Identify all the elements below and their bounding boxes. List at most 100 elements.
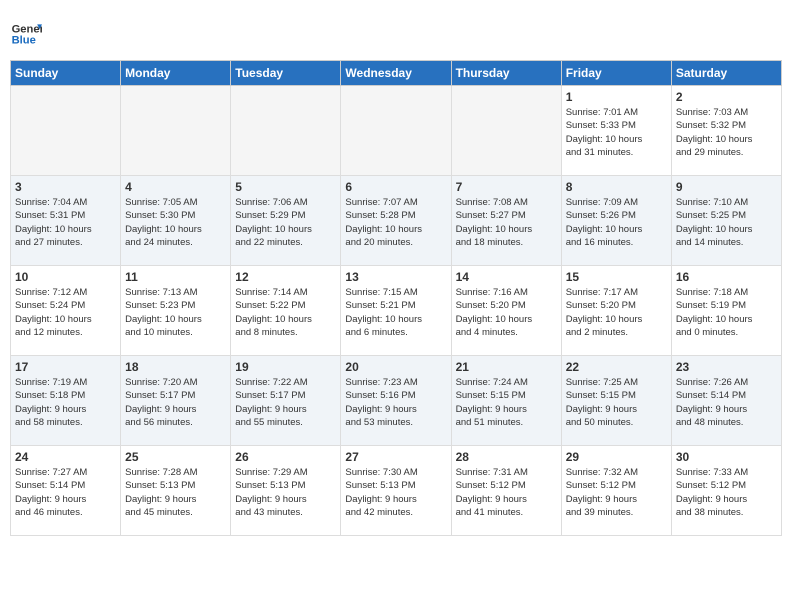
day-number: 7 (456, 180, 557, 194)
day-info: Sunrise: 7:03 AM Sunset: 5:32 PM Dayligh… (676, 106, 777, 159)
day-info: Sunrise: 7:33 AM Sunset: 5:12 PM Dayligh… (676, 466, 777, 519)
day-number: 23 (676, 360, 777, 374)
day-number: 3 (15, 180, 116, 194)
day-number: 28 (456, 450, 557, 464)
day-info: Sunrise: 7:04 AM Sunset: 5:31 PM Dayligh… (15, 196, 116, 249)
day-info: Sunrise: 7:10 AM Sunset: 5:25 PM Dayligh… (676, 196, 777, 249)
day-info: Sunrise: 7:05 AM Sunset: 5:30 PM Dayligh… (125, 196, 226, 249)
day-info: Sunrise: 7:07 AM Sunset: 5:28 PM Dayligh… (345, 196, 446, 249)
weekday-header-sunday: Sunday (11, 61, 121, 86)
day-info: Sunrise: 7:06 AM Sunset: 5:29 PM Dayligh… (235, 196, 336, 249)
calendar-cell: 4 Sunrise: 7:05 AM Sunset: 5:30 PM Daylig… (121, 176, 231, 266)
day-number: 20 (345, 360, 446, 374)
calendar-cell (341, 86, 451, 176)
calendar-cell: 11 Sunrise: 7:13 AM Sunset: 5:23 PM Dayli… (121, 266, 231, 356)
day-info: Sunrise: 7:13 AM Sunset: 5:23 PM Dayligh… (125, 286, 226, 339)
day-info: Sunrise: 7:19 AM Sunset: 5:18 PM Dayligh… (15, 376, 116, 429)
calendar-cell: 13 Sunrise: 7:15 AM Sunset: 5:21 PM Dayli… (341, 266, 451, 356)
calendar-week-4: 17Sunrise: 7:19 AM Sunset: 5:18 PM Dayli… (11, 356, 782, 446)
calendar-cell: 28 Sunrise: 7:31 AM Sunset: 5:12 PM Dayli… (451, 446, 561, 536)
calendar-cell: 30 Sunrise: 7:33 AM Sunset: 5:12 PM Dayli… (671, 446, 781, 536)
day-number: 13 (345, 270, 446, 284)
calendar: SundayMondayTuesdayWednesdayThursdayFrid… (10, 60, 782, 536)
day-info: Sunrise: 7:26 AM Sunset: 5:14 PM Dayligh… (676, 376, 777, 429)
calendar-cell: 1 Sunrise: 7:01 AM Sunset: 5:33 PM Daylig… (561, 86, 671, 176)
day-number: 6 (345, 180, 446, 194)
day-info: Sunrise: 7:23 AM Sunset: 5:16 PM Dayligh… (345, 376, 446, 429)
day-number: 19 (235, 360, 336, 374)
day-number: 15 (566, 270, 667, 284)
day-number: 29 (566, 450, 667, 464)
weekday-header-monday: Monday (121, 61, 231, 86)
calendar-cell (11, 86, 121, 176)
calendar-cell: 21 Sunrise: 7:24 AM Sunset: 5:15 PM Dayli… (451, 356, 561, 446)
day-number: 26 (235, 450, 336, 464)
day-number: 24 (15, 450, 116, 464)
day-info: Sunrise: 7:12 AM Sunset: 5:24 PM Dayligh… (15, 286, 116, 339)
weekday-header-tuesday: Tuesday (231, 61, 341, 86)
day-number: 8 (566, 180, 667, 194)
calendar-week-1: 1 Sunrise: 7:01 AM Sunset: 5:33 PM Daylig… (11, 86, 782, 176)
calendar-week-5: 24Sunrise: 7:27 AM Sunset: 5:14 PM Dayli… (11, 446, 782, 536)
day-info: Sunrise: 7:17 AM Sunset: 5:20 PM Dayligh… (566, 286, 667, 339)
day-info: Sunrise: 7:30 AM Sunset: 5:13 PM Dayligh… (345, 466, 446, 519)
day-number: 27 (345, 450, 446, 464)
day-number: 4 (125, 180, 226, 194)
weekday-header-thursday: Thursday (451, 61, 561, 86)
day-number: 30 (676, 450, 777, 464)
weekday-header-friday: Friday (561, 61, 671, 86)
calendar-cell: 14Sunrise: 7:16 AM Sunset: 5:20 PM Dayli… (451, 266, 561, 356)
calendar-cell: 17Sunrise: 7:19 AM Sunset: 5:18 PM Dayli… (11, 356, 121, 446)
day-info: Sunrise: 7:29 AM Sunset: 5:13 PM Dayligh… (235, 466, 336, 519)
day-info: Sunrise: 7:18 AM Sunset: 5:19 PM Dayligh… (676, 286, 777, 339)
calendar-cell: 6 Sunrise: 7:07 AM Sunset: 5:28 PM Daylig… (341, 176, 451, 266)
calendar-cell (121, 86, 231, 176)
calendar-cell: 9 Sunrise: 7:10 AM Sunset: 5:25 PM Daylig… (671, 176, 781, 266)
weekday-header-wednesday: Wednesday (341, 61, 451, 86)
day-info: Sunrise: 7:25 AM Sunset: 5:15 PM Dayligh… (566, 376, 667, 429)
calendar-cell: 19 Sunrise: 7:22 AM Sunset: 5:17 PM Dayli… (231, 356, 341, 446)
calendar-cell: 5 Sunrise: 7:06 AM Sunset: 5:29 PM Daylig… (231, 176, 341, 266)
calendar-cell: 12Sunrise: 7:14 AM Sunset: 5:22 PM Dayli… (231, 266, 341, 356)
day-info: Sunrise: 7:01 AM Sunset: 5:33 PM Dayligh… (566, 106, 667, 159)
svg-text:General: General (12, 23, 42, 35)
calendar-cell: 2Sunrise: 7:03 AM Sunset: 5:32 PM Daylig… (671, 86, 781, 176)
day-info: Sunrise: 7:24 AM Sunset: 5:15 PM Dayligh… (456, 376, 557, 429)
calendar-cell: 8 Sunrise: 7:09 AM Sunset: 5:26 PM Daylig… (561, 176, 671, 266)
svg-text:Blue: Blue (12, 35, 36, 47)
logo-icon: General Blue (10, 18, 42, 50)
day-number: 9 (676, 180, 777, 194)
day-info: Sunrise: 7:09 AM Sunset: 5:26 PM Dayligh… (566, 196, 667, 249)
calendar-week-2: 3 Sunrise: 7:04 AM Sunset: 5:31 PM Daylig… (11, 176, 782, 266)
calendar-cell: 26 Sunrise: 7:29 AM Sunset: 5:13 PM Dayli… (231, 446, 341, 536)
calendar-week-3: 10Sunrise: 7:12 AM Sunset: 5:24 PM Dayli… (11, 266, 782, 356)
calendar-cell: 20 Sunrise: 7:23 AM Sunset: 5:16 PM Dayli… (341, 356, 451, 446)
calendar-cell: 3 Sunrise: 7:04 AM Sunset: 5:31 PM Daylig… (11, 176, 121, 266)
day-number: 16 (676, 270, 777, 284)
day-number: 11 (125, 270, 226, 284)
calendar-header-row: SundayMondayTuesdayWednesdayThursdayFrid… (11, 61, 782, 86)
calendar-cell: 15 Sunrise: 7:17 AM Sunset: 5:20 PM Dayli… (561, 266, 671, 356)
day-number: 1 (566, 90, 667, 104)
day-number: 18 (125, 360, 226, 374)
day-info: Sunrise: 7:22 AM Sunset: 5:17 PM Dayligh… (235, 376, 336, 429)
logo: General Blue (10, 18, 42, 50)
calendar-cell: 7 Sunrise: 7:08 AM Sunset: 5:27 PM Daylig… (451, 176, 561, 266)
day-number: 22 (566, 360, 667, 374)
day-number: 5 (235, 180, 336, 194)
calendar-cell: 27 Sunrise: 7:30 AM Sunset: 5:13 PM Dayli… (341, 446, 451, 536)
calendar-cell (231, 86, 341, 176)
calendar-cell: 18 Sunrise: 7:20 AM Sunset: 5:17 PM Dayli… (121, 356, 231, 446)
calendar-cell: 25Sunrise: 7:28 AM Sunset: 5:13 PM Dayli… (121, 446, 231, 536)
weekday-header-saturday: Saturday (671, 61, 781, 86)
day-info: Sunrise: 7:08 AM Sunset: 5:27 PM Dayligh… (456, 196, 557, 249)
day-info: Sunrise: 7:20 AM Sunset: 5:17 PM Dayligh… (125, 376, 226, 429)
day-number: 25 (125, 450, 226, 464)
day-info: Sunrise: 7:32 AM Sunset: 5:12 PM Dayligh… (566, 466, 667, 519)
day-info: Sunrise: 7:15 AM Sunset: 5:21 PM Dayligh… (345, 286, 446, 339)
calendar-cell: 23 Sunrise: 7:26 AM Sunset: 5:14 PM Dayli… (671, 356, 781, 446)
calendar-cell: 22 Sunrise: 7:25 AM Sunset: 5:15 PM Dayli… (561, 356, 671, 446)
day-info: Sunrise: 7:31 AM Sunset: 5:12 PM Dayligh… (456, 466, 557, 519)
day-number: 21 (456, 360, 557, 374)
calendar-cell: 16 Sunrise: 7:18 AM Sunset: 5:19 PM Dayli… (671, 266, 781, 356)
